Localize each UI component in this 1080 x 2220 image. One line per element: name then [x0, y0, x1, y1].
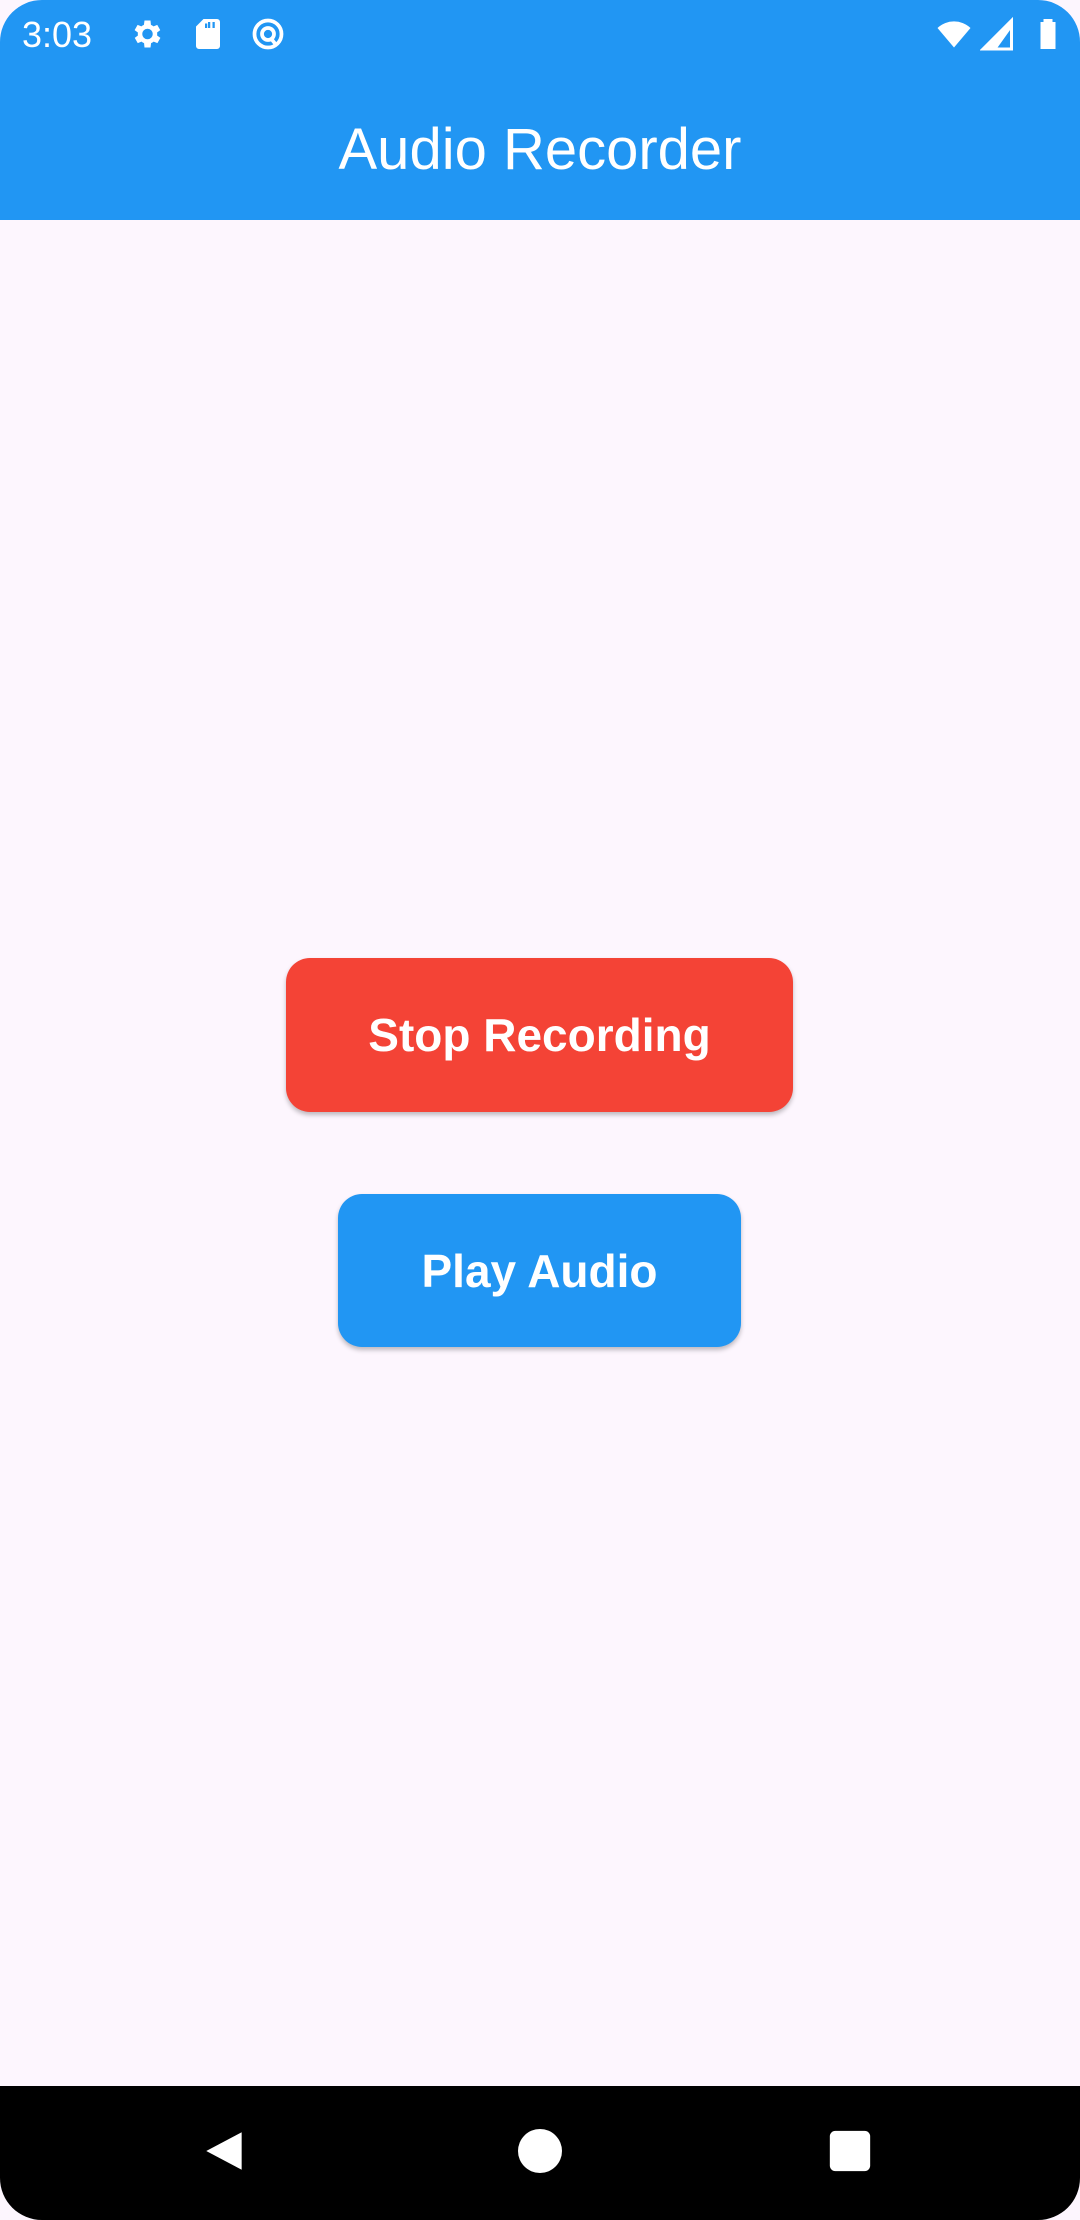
back-icon — [206, 2132, 242, 2170]
back-button[interactable] — [190, 2116, 260, 2186]
status-time: 3:03 — [22, 14, 93, 55]
screen: 3:03 Audio Recorder Stop Recording Play … — [0, 0, 1080, 2220]
sd-card-icon — [196, 19, 220, 49]
home-icon — [518, 2129, 562, 2173]
recents-button[interactable] — [815, 2116, 885, 2186]
navigation-bar — [0, 2086, 1080, 2220]
home-button[interactable] — [505, 2116, 575, 2186]
app-bar: Audio Recorder — [0, 78, 1080, 220]
wifi-icon — [937, 21, 971, 48]
recents-icon — [829, 2130, 871, 2172]
at-sign-icon — [252, 18, 284, 50]
battery-icon — [1040, 19, 1056, 49]
page-title: Audio Recorder — [338, 116, 742, 182]
signal-icon — [980, 16, 1013, 51]
stop-recording-button[interactable]: Stop Recording — [286, 958, 793, 1112]
play-audio-button[interactable]: Play Audio — [338, 1194, 741, 1347]
status-bar: 3:03 — [0, 0, 1080, 78]
gear-icon — [134, 20, 161, 48]
